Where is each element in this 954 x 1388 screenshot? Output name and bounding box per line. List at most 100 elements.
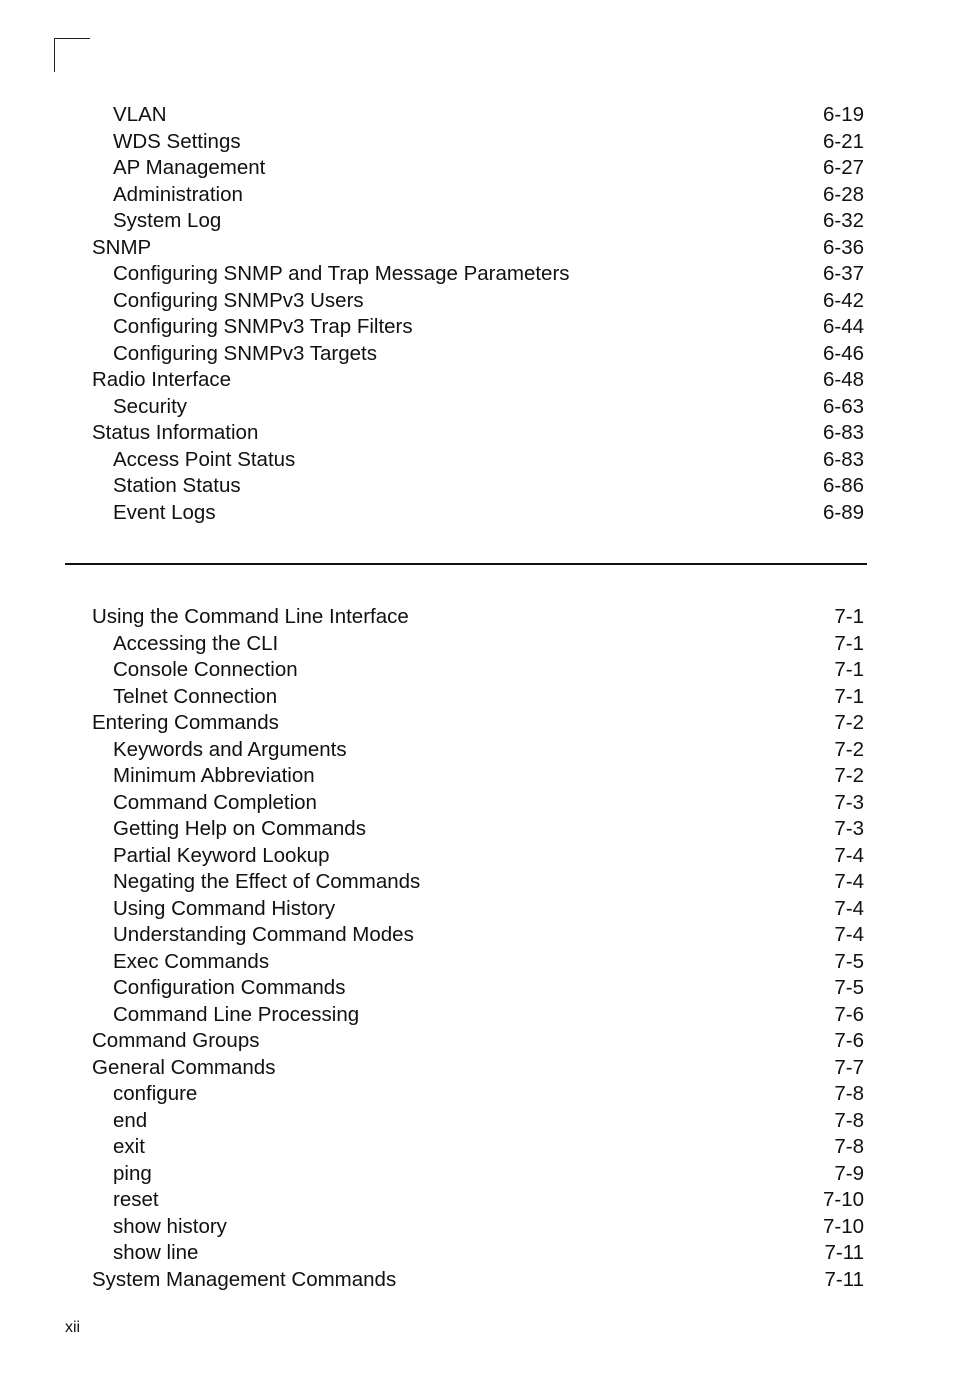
toc-entry-title[interactable]: Using the Command Line Interface bbox=[92, 604, 409, 631]
toc-entry[interactable]: Configuring SNMPv3 Targets 6-46 bbox=[0, 341, 954, 368]
toc-entry[interactable]: Exec Commands 7-5 bbox=[0, 949, 954, 976]
toc-entry-page[interactable]: 6-63 bbox=[823, 394, 864, 421]
toc-entry-page[interactable]: 7-11 bbox=[824, 1240, 864, 1267]
toc-entry-title[interactable]: Configuring SNMPv3 Targets bbox=[113, 341, 377, 368]
toc-entry-title[interactable]: Command Line Processing bbox=[113, 1002, 359, 1029]
toc-entry[interactable]: end 7-8 bbox=[0, 1108, 954, 1135]
toc-entry[interactable]: Negating the Effect of Commands 7-4 bbox=[0, 869, 954, 896]
toc-entry-page[interactable]: 6-37 bbox=[823, 261, 864, 288]
toc-entry-title[interactable]: Administration bbox=[113, 182, 243, 209]
toc-entry[interactable]: reset 7-10 bbox=[0, 1187, 954, 1214]
toc-entry-page[interactable]: 7-1 bbox=[834, 684, 864, 711]
toc-entry-page[interactable]: 7-1 bbox=[834, 631, 864, 658]
toc-entry-page[interactable]: 7-6 bbox=[834, 1002, 864, 1029]
toc-entry[interactable]: System Log 6-32 bbox=[0, 208, 954, 235]
toc-entry[interactable]: Configuring SNMP and Trap Message Parame… bbox=[0, 261, 954, 288]
toc-entry[interactable]: Keywords and Arguments 7-2 bbox=[0, 737, 954, 764]
toc-entry-page[interactable]: 6-44 bbox=[823, 314, 864, 341]
toc-entry[interactable]: Station Status 6-86 bbox=[0, 473, 954, 500]
toc-entry[interactable]: Configuring SNMPv3 Trap Filters 6-44 bbox=[0, 314, 954, 341]
toc-entry-page[interactable]: 6-28 bbox=[823, 182, 864, 209]
toc-entry-page[interactable]: 7-4 bbox=[834, 869, 864, 896]
toc-entry[interactable]: Using the Command Line Interface 7-1 bbox=[0, 604, 954, 631]
toc-entry-title[interactable]: show line bbox=[113, 1240, 198, 1267]
toc-entry-title[interactable]: Telnet Connection bbox=[113, 684, 277, 711]
toc-entry[interactable]: Radio Interface 6-48 bbox=[0, 367, 954, 394]
toc-entry-page[interactable]: 7-3 bbox=[834, 816, 864, 843]
toc-entry[interactable]: General Commands 7-7 bbox=[0, 1055, 954, 1082]
toc-entry-page[interactable]: 7-2 bbox=[834, 737, 864, 764]
toc-entry-title[interactable]: General Commands bbox=[92, 1055, 275, 1082]
toc-entry[interactable]: Telnet Connection 7-1 bbox=[0, 684, 954, 711]
toc-entry-page[interactable]: 7-1 bbox=[834, 657, 864, 684]
toc-entry-title[interactable]: Getting Help on Commands bbox=[113, 816, 366, 843]
toc-entry-title[interactable]: Accessing the CLI bbox=[113, 631, 278, 658]
toc-entry[interactable]: Command Completion 7-3 bbox=[0, 790, 954, 817]
toc-entry[interactable]: Configuring SNMPv3 Users 6-42 bbox=[0, 288, 954, 315]
toc-entry-page[interactable]: 6-83 bbox=[823, 420, 864, 447]
toc-entry[interactable]: Security 6-63 bbox=[0, 394, 954, 421]
toc-entry-page[interactable]: 6-46 bbox=[823, 341, 864, 368]
toc-entry-title[interactable]: Configuring SNMP and Trap Message Parame… bbox=[113, 261, 570, 288]
toc-entry-title[interactable]: Configuring SNMPv3 Trap Filters bbox=[113, 314, 413, 341]
toc-entry[interactable]: Using Command History 7-4 bbox=[0, 896, 954, 923]
toc-entry-page[interactable]: 6-86 bbox=[823, 473, 864, 500]
toc-entry-title[interactable]: Radio Interface bbox=[92, 367, 231, 394]
toc-entry[interactable]: Minimum Abbreviation 7-2 bbox=[0, 763, 954, 790]
toc-entry-title[interactable]: Command Completion bbox=[113, 790, 317, 817]
toc-entry-page[interactable]: 7-4 bbox=[834, 843, 864, 870]
toc-entry-title[interactable]: configure bbox=[113, 1081, 197, 1108]
toc-entry-title[interactable]: Command Groups bbox=[92, 1028, 259, 1055]
toc-entry-title[interactable]: exit bbox=[113, 1134, 145, 1161]
toc-entry-title[interactable]: Console Connection bbox=[113, 657, 298, 684]
toc-entry-title[interactable]: Exec Commands bbox=[113, 949, 269, 976]
toc-entry-page[interactable]: 7-6 bbox=[834, 1028, 864, 1055]
toc-entry-title[interactable]: end bbox=[113, 1108, 147, 1135]
toc-entry[interactable]: configure 7-8 bbox=[0, 1081, 954, 1108]
toc-entry-page[interactable]: 7-11 bbox=[824, 1267, 864, 1294]
toc-entry-page[interactable]: 7-8 bbox=[834, 1108, 864, 1135]
toc-entry-page[interactable]: 7-10 bbox=[823, 1187, 864, 1214]
toc-entry-title[interactable]: Station Status bbox=[113, 473, 241, 500]
toc-entry-title[interactable]: Security bbox=[113, 394, 187, 421]
toc-entry[interactable]: show line 7-11 bbox=[0, 1240, 954, 1267]
toc-entry[interactable]: WDS Settings 6-21 bbox=[0, 129, 954, 156]
toc-entry-title[interactable]: System Log bbox=[113, 208, 221, 235]
toc-entry-title[interactable]: Configuring SNMPv3 Users bbox=[113, 288, 364, 315]
toc-entry-title[interactable]: Status Information bbox=[92, 420, 258, 447]
toc-entry-title[interactable]: show history bbox=[113, 1214, 227, 1241]
toc-entry[interactable]: SNMP 6-36 bbox=[0, 235, 954, 262]
toc-entry-page[interactable]: 6-48 bbox=[823, 367, 864, 394]
toc-entry-title[interactable]: SNMP bbox=[92, 235, 151, 262]
toc-entry[interactable]: Partial Keyword Lookup 7-4 bbox=[0, 843, 954, 870]
toc-entry[interactable]: exit 7-8 bbox=[0, 1134, 954, 1161]
toc-entry[interactable]: ping 7-9 bbox=[0, 1161, 954, 1188]
toc-entry-title[interactable]: Event Logs bbox=[113, 500, 216, 527]
toc-entry-page[interactable]: 7-3 bbox=[834, 790, 864, 817]
toc-entry[interactable]: System Management Commands 7-11 bbox=[0, 1267, 954, 1294]
toc-entry-title[interactable]: System Management Commands bbox=[92, 1267, 396, 1294]
toc-entry-title[interactable]: Minimum Abbreviation bbox=[113, 763, 315, 790]
toc-entry-title[interactable]: Negating the Effect of Commands bbox=[113, 869, 420, 896]
toc-entry-page[interactable]: 6-27 bbox=[823, 155, 864, 182]
toc-entry-title[interactable]: Entering Commands bbox=[92, 710, 279, 737]
toc-entry-page[interactable]: 7-2 bbox=[834, 710, 864, 737]
toc-entry-page[interactable]: 7-8 bbox=[834, 1081, 864, 1108]
toc-entry[interactable]: show history 7-10 bbox=[0, 1214, 954, 1241]
toc-entry-title[interactable]: Understanding Command Modes bbox=[113, 922, 414, 949]
toc-entry[interactable]: Getting Help on Commands 7-3 bbox=[0, 816, 954, 843]
toc-entry[interactable]: Event Logs 6-89 bbox=[0, 500, 954, 527]
toc-entry-page[interactable]: 6-89 bbox=[823, 500, 864, 527]
toc-entry[interactable]: Status Information 6-83 bbox=[0, 420, 954, 447]
toc-entry-page[interactable]: 6-19 bbox=[823, 102, 864, 129]
toc-entry-page[interactable]: 6-21 bbox=[823, 129, 864, 156]
toc-entry-page[interactable]: 7-7 bbox=[834, 1055, 864, 1082]
toc-entry-title[interactable]: ping bbox=[113, 1161, 152, 1188]
toc-entry-title[interactable]: Partial Keyword Lookup bbox=[113, 843, 330, 870]
toc-entry-page[interactable]: 7-9 bbox=[834, 1161, 864, 1188]
toc-entry-page[interactable]: 7-4 bbox=[834, 896, 864, 923]
toc-entry[interactable]: VLAN 6-19 bbox=[0, 102, 954, 129]
toc-entry-page[interactable]: 6-32 bbox=[823, 208, 864, 235]
toc-entry-page[interactable]: 7-10 bbox=[823, 1214, 864, 1241]
toc-entry-page[interactable]: 7-4 bbox=[834, 922, 864, 949]
